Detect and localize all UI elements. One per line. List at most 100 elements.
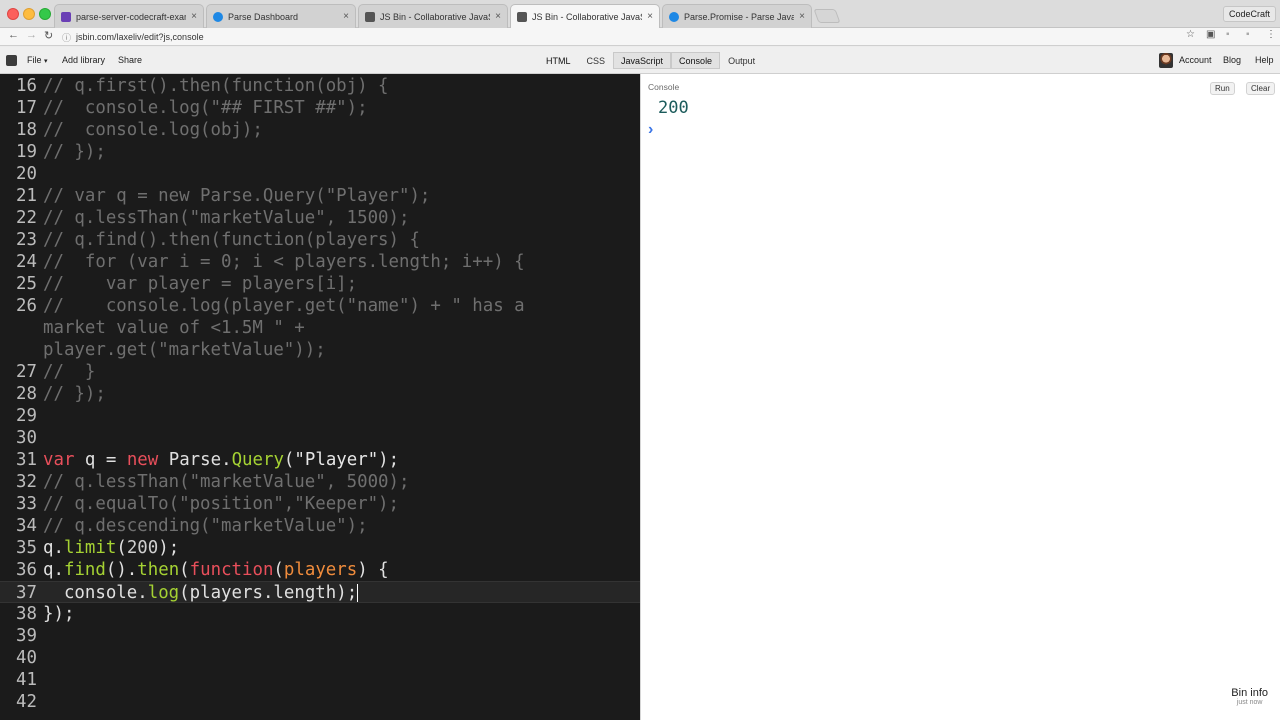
console-panel[interactable]: Console Run Clear 200 › Bin info just no…: [640, 74, 1280, 720]
code-text: // });: [43, 384, 106, 404]
parse-favicon-icon: [213, 11, 223, 22]
code-line-21[interactable]: 21 // var q = new Parse.Query("Player");: [0, 185, 640, 207]
jsbin-toolbar: File ▾ Add library Share HTML CSS JavaSc…: [0, 47, 1280, 74]
code-line-28[interactable]: 28 // });: [0, 383, 640, 405]
code-line-18[interactable]: 18 // console.log(obj);: [0, 119, 640, 141]
panel-toggle-javascript[interactable]: JavaScript: [613, 52, 672, 69]
jsbin-favicon-icon: [365, 11, 375, 22]
url-input[interactable]: ⓘ jsbin.com/laxeliv/edit?js,console: [62, 29, 1202, 45]
code-line-16[interactable]: 16 // q.first().then(function(obj) {: [0, 75, 640, 97]
code-line-25[interactable]: 25 // var player = players[i];: [0, 273, 640, 295]
code-line-27[interactable]: 27 // }: [0, 361, 640, 383]
panel-toggle-output[interactable]: Output: [720, 52, 763, 69]
console-output-line: 200: [658, 98, 689, 118]
code-line-36[interactable]: 36 q.find().then(function(players) {: [0, 559, 640, 581]
text-cursor: [357, 584, 359, 602]
code-text: // q.lessThan("marketValue", 1500);: [43, 208, 410, 228]
code-line-39[interactable]: 39: [0, 625, 640, 647]
line-number: 33: [16, 494, 37, 514]
new-tab-button[interactable]: [813, 9, 841, 23]
code-line-34[interactable]: 34 // q.descending("marketValue");: [0, 515, 640, 537]
minimize-window-button[interactable]: [23, 8, 35, 20]
code-line-30[interactable]: 30: [0, 427, 640, 449]
code-line-wrap[interactable]: player.get("marketValue"));: [0, 339, 640, 361]
code-line-38[interactable]: 38});: [0, 603, 640, 625]
user-avatar[interactable]: [1159, 53, 1173, 68]
code-line-35[interactable]: 35 q.limit(200);: [0, 537, 640, 559]
code-line-37[interactable]: 37 console.log(players.length);: [0, 581, 640, 603]
code-text: // console.log(player.get("name") + " ha…: [43, 296, 525, 316]
code-line-19[interactable]: 19 // });: [0, 141, 640, 163]
code-line-31[interactable]: 31 var q = new Parse.Query("Player");: [0, 449, 640, 471]
line-number: 30: [16, 428, 37, 448]
code-text: console.log(players.length);: [63, 583, 359, 603]
reload-icon[interactable]: ↻: [44, 29, 53, 42]
back-arrow-icon[interactable]: ←: [8, 29, 19, 41]
panel-toggle-console[interactable]: Console: [671, 52, 721, 69]
forward-arrow-icon[interactable]: →: [26, 29, 37, 41]
code-line-42[interactable]: 42: [0, 691, 640, 713]
code-line-22[interactable]: 22 // q.lessThan("marketValue", 1500);: [0, 207, 640, 229]
line-number: 38: [16, 604, 37, 624]
address-bar: ← → ↻ ⓘ jsbin.com/laxeliv/edit?js,consol…: [0, 28, 1280, 46]
clear-button[interactable]: Clear: [1246, 82, 1276, 95]
code-text: // }: [43, 362, 96, 382]
help-link[interactable]: Help: [1255, 55, 1274, 65]
account-link[interactable]: Account: [1179, 55, 1212, 65]
close-window-button[interactable]: [7, 8, 19, 20]
browser-tab-5[interactable]: Parse.Promise - Parse JavaSc ×: [662, 4, 812, 28]
tab-close-icon[interactable]: ×: [343, 11, 349, 22]
browser-tab-2[interactable]: Parse Dashboard ×: [206, 4, 356, 28]
tab-close-icon[interactable]: ×: [191, 11, 197, 22]
code-text: // });: [43, 142, 106, 162]
extension-2-icon[interactable]: ▪: [1226, 29, 1230, 40]
share-menu[interactable]: Share: [118, 55, 142, 65]
browser-tab-1[interactable]: parse-server-codecraft-exam ×: [54, 4, 204, 28]
code-line-32[interactable]: 32 // q.lessThan("marketValue", 5000);: [0, 471, 640, 493]
code-text: // q.find().then(function(players) {: [43, 230, 420, 250]
add-library-menu[interactable]: Add library: [62, 55, 105, 65]
code-line-26[interactable]: 26 // console.log(player.get("name") + " …: [0, 295, 640, 317]
line-number: 34: [16, 516, 37, 536]
code-text: market value of <1.5M " +: [43, 318, 305, 338]
code-line-17[interactable]: 17 // console.log("## FIRST ##");: [0, 97, 640, 119]
code-line-41[interactable]: 41: [0, 669, 640, 691]
line-number: 36: [16, 560, 37, 580]
line-number: 35: [16, 538, 37, 558]
code-line-29[interactable]: 29: [0, 405, 640, 427]
file-menu[interactable]: File ▾: [27, 55, 48, 65]
tab-close-icon[interactable]: ×: [799, 11, 805, 22]
jsbin-logo-icon[interactable]: [6, 55, 17, 66]
blog-link[interactable]: Blog: [1223, 55, 1241, 65]
github-favicon-icon: [61, 11, 71, 22]
console-prompt-icon[interactable]: ›: [648, 121, 653, 139]
bin-info[interactable]: Bin info just now: [1231, 687, 1268, 706]
page-info-icon[interactable]: ⓘ: [62, 31, 71, 44]
extension-3-icon[interactable]: ▪: [1246, 29, 1250, 40]
code-text: // console.log(obj);: [43, 120, 263, 140]
code-line-20[interactable]: 20: [0, 163, 640, 185]
code-line-33[interactable]: 33 // q.equalTo("position","Keeper");: [0, 493, 640, 515]
browser-tab-4-active[interactable]: JS Bin - Collaborative JavaSc ×: [510, 4, 660, 28]
browser-tab-3[interactable]: JS Bin - Collaborative JavaSc ×: [358, 4, 508, 28]
run-button[interactable]: Run: [1210, 82, 1235, 95]
extension-icon[interactable]: ▣: [1206, 29, 1215, 40]
line-number: 32: [16, 472, 37, 492]
panel-toggle-html[interactable]: HTML: [538, 52, 579, 69]
zoom-window-button[interactable]: [39, 8, 51, 20]
bookmark-star-icon[interactable]: ☆: [1186, 29, 1195, 40]
code-line-40[interactable]: 40: [0, 647, 640, 669]
code-line-wrap[interactable]: market value of <1.5M " +: [0, 317, 640, 339]
javascript-editor[interactable]: 16 // q.first().then(function(obj) {17 // …: [0, 74, 640, 720]
code-line-23[interactable]: 23 // q.find().then(function(players) {: [0, 229, 640, 251]
profile-button[interactable]: CodeCraft: [1222, 6, 1276, 22]
tab-close-icon[interactable]: ×: [495, 11, 501, 22]
code-line-24[interactable]: 24 // for (var i = 0; i < players.length;…: [0, 251, 640, 273]
line-number: 37: [16, 583, 37, 603]
panel-toggle-css[interactable]: CSS: [579, 52, 614, 69]
tab-close-icon[interactable]: ×: [647, 11, 653, 22]
code-text: // for (var i = 0; i < players.length; i…: [43, 252, 525, 272]
line-number: 16: [16, 76, 37, 96]
browser-menu-icon[interactable]: ⋮: [1266, 29, 1276, 40]
line-number: 17: [16, 98, 37, 118]
